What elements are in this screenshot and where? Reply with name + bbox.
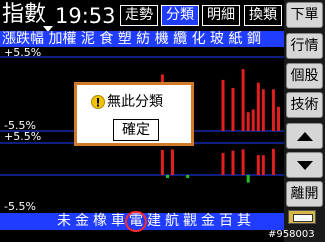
technical-button[interactable]: 技術 <box>286 92 323 118</box>
chart-bar <box>241 149 245 175</box>
lower-top-label: +5.5% <box>4 130 41 143</box>
category-header: 漲跌幅 加權 泥 食 塑 紡 機 纜 化 玻 紙 鋼 <box>0 31 284 47</box>
chart-bar <box>221 79 225 131</box>
chart-bar <box>241 69 245 131</box>
chart-bar <box>256 155 260 175</box>
chart-bar <box>271 148 275 175</box>
chart-bar <box>246 175 250 183</box>
arrow-up-icon <box>297 132 313 141</box>
bottom-category-item[interactable]: 其 <box>235 213 253 230</box>
quote-button[interactable]: 行情 <box>286 33 323 59</box>
scroll-up-button[interactable] <box>286 123 323 149</box>
chart-bar <box>256 82 260 131</box>
bottom-category-item[interactable]: 金 <box>73 213 91 230</box>
chart-bar <box>166 175 169 178</box>
individual-stock-button[interactable]: 個股 <box>286 63 323 89</box>
chart-bar <box>277 106 280 131</box>
page-title: 指數 <box>2 2 47 27</box>
chart-bar <box>171 149 174 175</box>
bottom-category-item[interactable]: 百 <box>217 213 235 230</box>
bottom-category-bar: 未金橡車電建航觀金百其 <box>0 211 284 232</box>
bottom-category-item[interactable]: 未 <box>55 213 73 230</box>
tab-trend[interactable]: 走勢 <box>120 5 158 26</box>
scroll-down-button[interactable] <box>286 152 323 178</box>
bottom-category-item[interactable]: 電 <box>125 211 147 232</box>
bottom-category-item[interactable]: 橡 <box>91 213 109 230</box>
device-icon[interactable] <box>288 210 316 224</box>
chart-bar <box>186 175 190 178</box>
tab-switch[interactable]: 換類 <box>244 5 282 26</box>
bottom-category-item[interactable]: 航 <box>163 213 181 230</box>
chart-bar <box>261 155 265 175</box>
bottom-category-item[interactable]: 建 <box>145 213 163 230</box>
top-bar: 指數 19:53 走勢 分類 明細 換類 <box>0 0 282 32</box>
chart-bar <box>160 150 164 175</box>
ok-button[interactable]: 確定 <box>113 119 159 141</box>
tab-detail[interactable]: 明細 <box>202 5 240 26</box>
alert-dialog: 無此分類 確定 <box>74 82 194 146</box>
chart-bar <box>261 89 265 131</box>
chart-bar <box>231 87 235 131</box>
warning-icon <box>91 95 105 109</box>
quote-code: #958003 <box>268 229 315 240</box>
order-button[interactable]: 下單 <box>286 2 323 28</box>
chart-bar <box>246 112 250 131</box>
sidebar: 下單 行情 個股 技術 離開 <box>284 0 325 242</box>
upper-top-label: +5.5% <box>4 47 41 59</box>
bottom-category-item[interactable]: 觀 <box>181 213 199 230</box>
chart-bar <box>221 152 225 175</box>
bottom-category-item[interactable]: 車 <box>109 213 127 230</box>
bottom-category-item[interactable]: 金 <box>199 213 217 230</box>
chart-bar <box>271 89 275 131</box>
exit-button[interactable]: 離開 <box>286 181 323 207</box>
dialog-message: 無此分類 <box>107 94 163 110</box>
chart-bar <box>231 150 235 175</box>
tab-sector[interactable]: 分類 <box>161 5 199 26</box>
lower-bottom-label: -5.5% <box>4 200 36 213</box>
clock: 19:53 <box>55 4 116 28</box>
arrow-down-icon <box>297 161 313 170</box>
chart-bar <box>251 109 255 131</box>
